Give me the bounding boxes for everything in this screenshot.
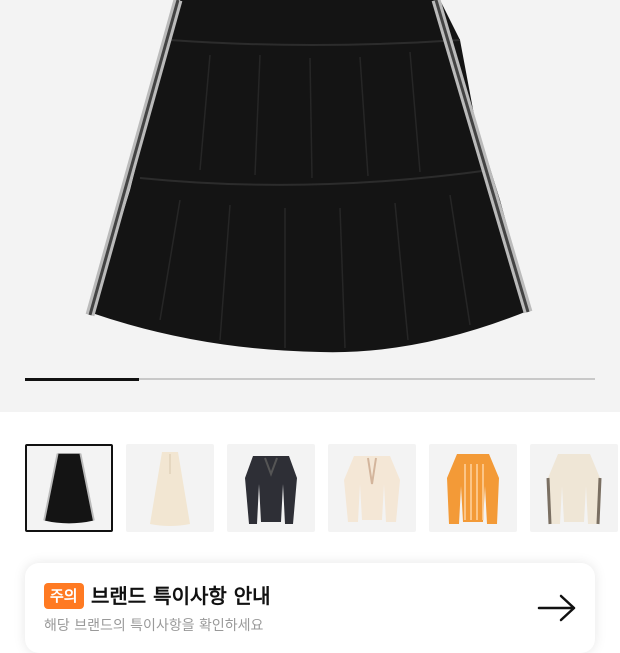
gallery-progress-fill	[25, 377, 139, 381]
product-image-gallery[interactable]	[0, 0, 620, 412]
thumbnail-strip	[0, 412, 620, 554]
caution-badge: 주의	[44, 583, 84, 609]
thumbnail-cream-cardigan[interactable]	[328, 444, 416, 532]
notice-subtitle: 해당 브랜드의 특이사항을 확인하세요	[44, 618, 264, 634]
thumbnail-cream-track-jacket[interactable]	[530, 444, 618, 532]
notice-title: 브랜드 특이사항 안내	[91, 584, 271, 608]
gallery-progress-track	[25, 377, 595, 381]
arrow-right-icon[interactable]	[537, 593, 577, 623]
thumbnail-orange-striped-track-jacket[interactable]	[429, 444, 517, 532]
thumbnail-black-jacket[interactable]	[227, 444, 315, 532]
product-main-image	[85, 0, 533, 353]
brand-notice-card[interactable]: 주의 브랜드 특이사항 안내 해당 브랜드의 특이사항을 확인하세요	[25, 563, 595, 653]
thumbnail-cream-long-skirt[interactable]	[126, 444, 214, 532]
thumbnail-black-tiered-skirt[interactable]	[25, 444, 113, 532]
